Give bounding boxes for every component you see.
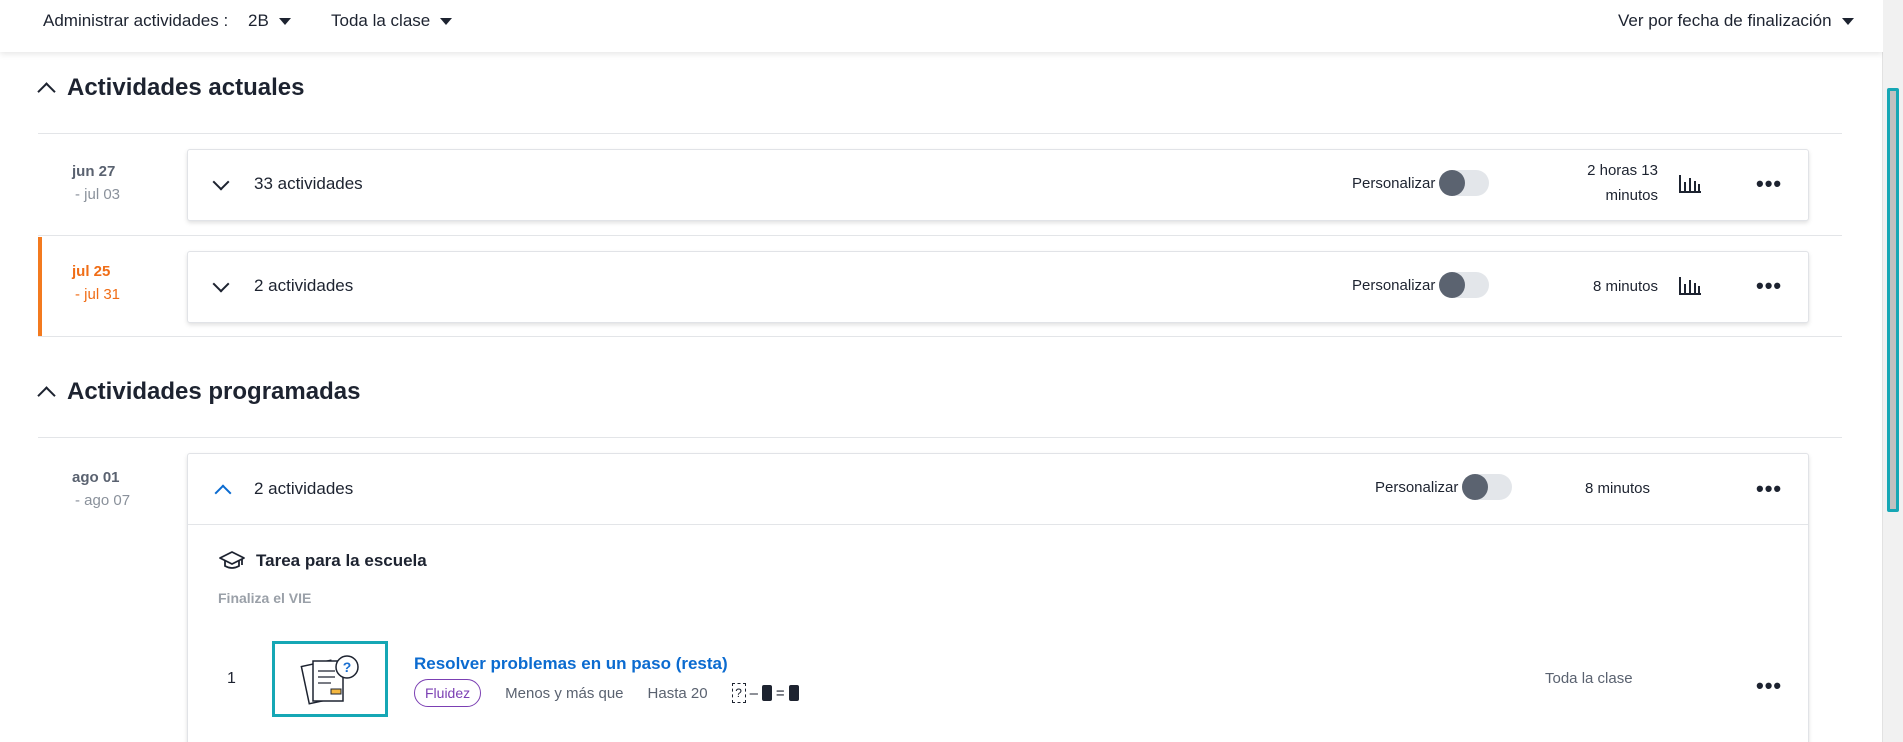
activity-group-card: 33 actividades Personalizar 2 horas 13 m… (187, 149, 1809, 221)
date-start: ago 01 (72, 469, 120, 486)
worksheet-icon: ? (300, 655, 359, 705)
ends-label: Finaliza el VIE (218, 590, 312, 606)
divider (38, 133, 1842, 134)
equation-icon: ? – = (731, 683, 799, 703)
date-range: ago 01 - ago 07 (72, 469, 130, 509)
toggle-knob (1462, 474, 1488, 500)
duration: 8 minutos (1584, 480, 1650, 497)
divider (188, 524, 1808, 525)
range-label: Hasta 20 (647, 684, 708, 702)
chevron-down-icon[interactable] (212, 275, 230, 293)
toggle-knob (1439, 272, 1465, 298)
activity-count: 33 actividades (254, 174, 363, 193)
date-start: jul 25 (72, 263, 111, 280)
vertical-scrollbar[interactable] (1882, 0, 1903, 742)
activity-title-link[interactable]: Resolver problemas en un paso (resta) (414, 654, 728, 674)
bar-chart-icon[interactable] (1678, 275, 1702, 297)
date-end: - ago 07 (75, 492, 131, 509)
assigned-to: Toda la clase (1545, 670, 1633, 687)
date-range: jul 25 - jul 31 (72, 263, 120, 303)
fluency-tag: Fluidez (414, 679, 482, 707)
more-options-icon[interactable]: ••• (1756, 675, 1782, 697)
minus-symbol: – (749, 684, 758, 702)
activity-group-row[interactable]: 2 actividades Personalizar 8 minutos ••• (188, 454, 1808, 524)
chevron-up-icon (37, 386, 56, 405)
section-title: Actividades actuales (67, 74, 305, 101)
personalize-toggle[interactable] (1462, 474, 1512, 500)
duration: 2 horas 13 minutos (1548, 158, 1658, 208)
date-end: - jul 03 (75, 186, 121, 203)
caret-down-icon (1841, 17, 1854, 25)
personalize-toggle[interactable] (1439, 272, 1489, 298)
top-toolbar: Administrar actividades : 2B Toda la cla… (0, 0, 1883, 52)
sort-dropdown[interactable]: Ver por fecha de finalización (1618, 11, 1854, 31)
svg-text:?: ? (343, 659, 352, 675)
date-end: - jul 31 (75, 286, 121, 303)
caret-down-icon (278, 17, 291, 25)
block-icon (788, 685, 799, 701)
active-indicator (38, 237, 42, 336)
activity-count: 2 actividades (254, 276, 354, 295)
sort-dropdown-value: Ver por fecha de finalización (1618, 11, 1832, 30)
block-icon (761, 685, 772, 701)
duration: 8 minutos (1592, 278, 1658, 295)
more-options-icon[interactable]: ••• (1756, 478, 1782, 500)
category-label: Menos y más que (505, 684, 624, 702)
scheduled-activities-header[interactable]: Actividades programadas (37, 378, 361, 406)
manage-activities-label: Administrar actividades : (43, 11, 229, 30)
more-options-icon[interactable]: ••• (1756, 173, 1782, 195)
bar-chart-icon[interactable] (1678, 173, 1702, 195)
activity-group-card: 2 actividades Personalizar 8 minutos ••• (187, 251, 1809, 323)
duration-line-1: 2 horas 13 (1587, 162, 1658, 179)
activity-thumbnail[interactable]: ? (272, 641, 388, 717)
chevron-up-icon[interactable] (214, 484, 232, 502)
assignment-type: Tarea para la escuela (218, 550, 427, 572)
group-dropdown-value: Toda la clase (331, 11, 431, 30)
current-activities-header[interactable]: Actividades actuales (37, 74, 305, 102)
more-options-icon[interactable]: ••• (1756, 275, 1782, 297)
duration-line-2: minutos (1605, 187, 1658, 204)
personalize-label: Personalizar (1375, 479, 1459, 496)
class-dropdown-value: 2B (248, 11, 269, 30)
activity-group-row[interactable]: 33 actividades Personalizar 2 horas 13 m… (188, 150, 1808, 220)
divider (38, 437, 1842, 438)
divider (38, 235, 1842, 236)
divider (38, 336, 1842, 337)
activity-tags: Fluidez Menos y más que Hasta 20 ? – = (414, 679, 799, 707)
assignment-type-label: Tarea para la escuela (256, 551, 427, 570)
equals-symbol: = (775, 684, 785, 702)
item-number: 1 (227, 670, 236, 687)
personalize-label: Personalizar (1352, 175, 1436, 192)
chevron-up-icon (37, 82, 56, 101)
chevron-down-icon[interactable] (212, 173, 230, 191)
scrollbar-thumb[interactable] (1887, 88, 1899, 512)
group-dropdown[interactable]: Toda la clase (331, 11, 453, 31)
unknown-box-icon: ? (731, 683, 746, 703)
personalize-label: Personalizar (1352, 277, 1436, 294)
graduation-cap-icon (219, 551, 245, 569)
section-title: Actividades programadas (67, 378, 361, 405)
personalize-toggle[interactable] (1439, 170, 1489, 196)
date-range: jun 27 - jul 03 (72, 163, 120, 203)
date-start: jun 27 (72, 163, 116, 180)
class-dropdown[interactable]: 2B (248, 11, 291, 31)
toggle-knob (1439, 170, 1465, 196)
activity-group-card-expanded: 2 actividades Personalizar 8 minutos •••… (187, 453, 1809, 742)
caret-down-icon (440, 17, 453, 25)
activity-count: 2 actividades (254, 479, 354, 498)
activity-group-row[interactable]: 2 actividades Personalizar 8 minutos ••• (188, 252, 1808, 322)
page: Administrar actividades : 2B Toda la cla… (0, 0, 1883, 742)
